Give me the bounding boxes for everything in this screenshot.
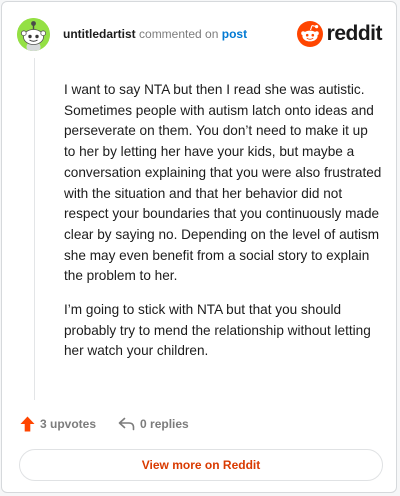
reddit-logo[interactable]: reddit [296,21,383,47]
view-more-button[interactable]: View more on Reddit [19,449,383,481]
comment-card: untitledartist commented on post reddit … [1,1,397,493]
snoo-avatar-icon [17,18,50,51]
upvote-arrow-icon [20,416,35,432]
reddit-wordmark: reddit [326,22,383,45]
comment-header: untitledartist commented on post reddit [17,18,383,52]
comment-actions: 3 upvotes 0 replies [20,414,189,434]
action-text: commented on [139,27,219,41]
username-link[interactable]: untitledartist [63,27,136,41]
comment-body: I want to say NTA but then I read she wa… [64,80,382,375]
replies-button[interactable]: 0 replies [118,417,189,431]
reddit-alien-icon [296,21,323,47]
reply-arrow-icon [118,417,135,431]
comment-meta: untitledartist commented on post [63,27,247,41]
upvote-button[interactable]: 3 upvotes [20,416,96,432]
reply-count: 0 replies [140,417,189,431]
thread-line [34,58,35,400]
avatar[interactable] [17,18,50,51]
comment-paragraph-1: I want to say NTA but then I read she wa… [64,82,382,284]
upvote-count: 3 upvotes [40,417,97,431]
post-link[interactable]: post [222,27,247,41]
comment-paragraph-2: I’m going to stick with NTA but that you… [64,302,371,359]
